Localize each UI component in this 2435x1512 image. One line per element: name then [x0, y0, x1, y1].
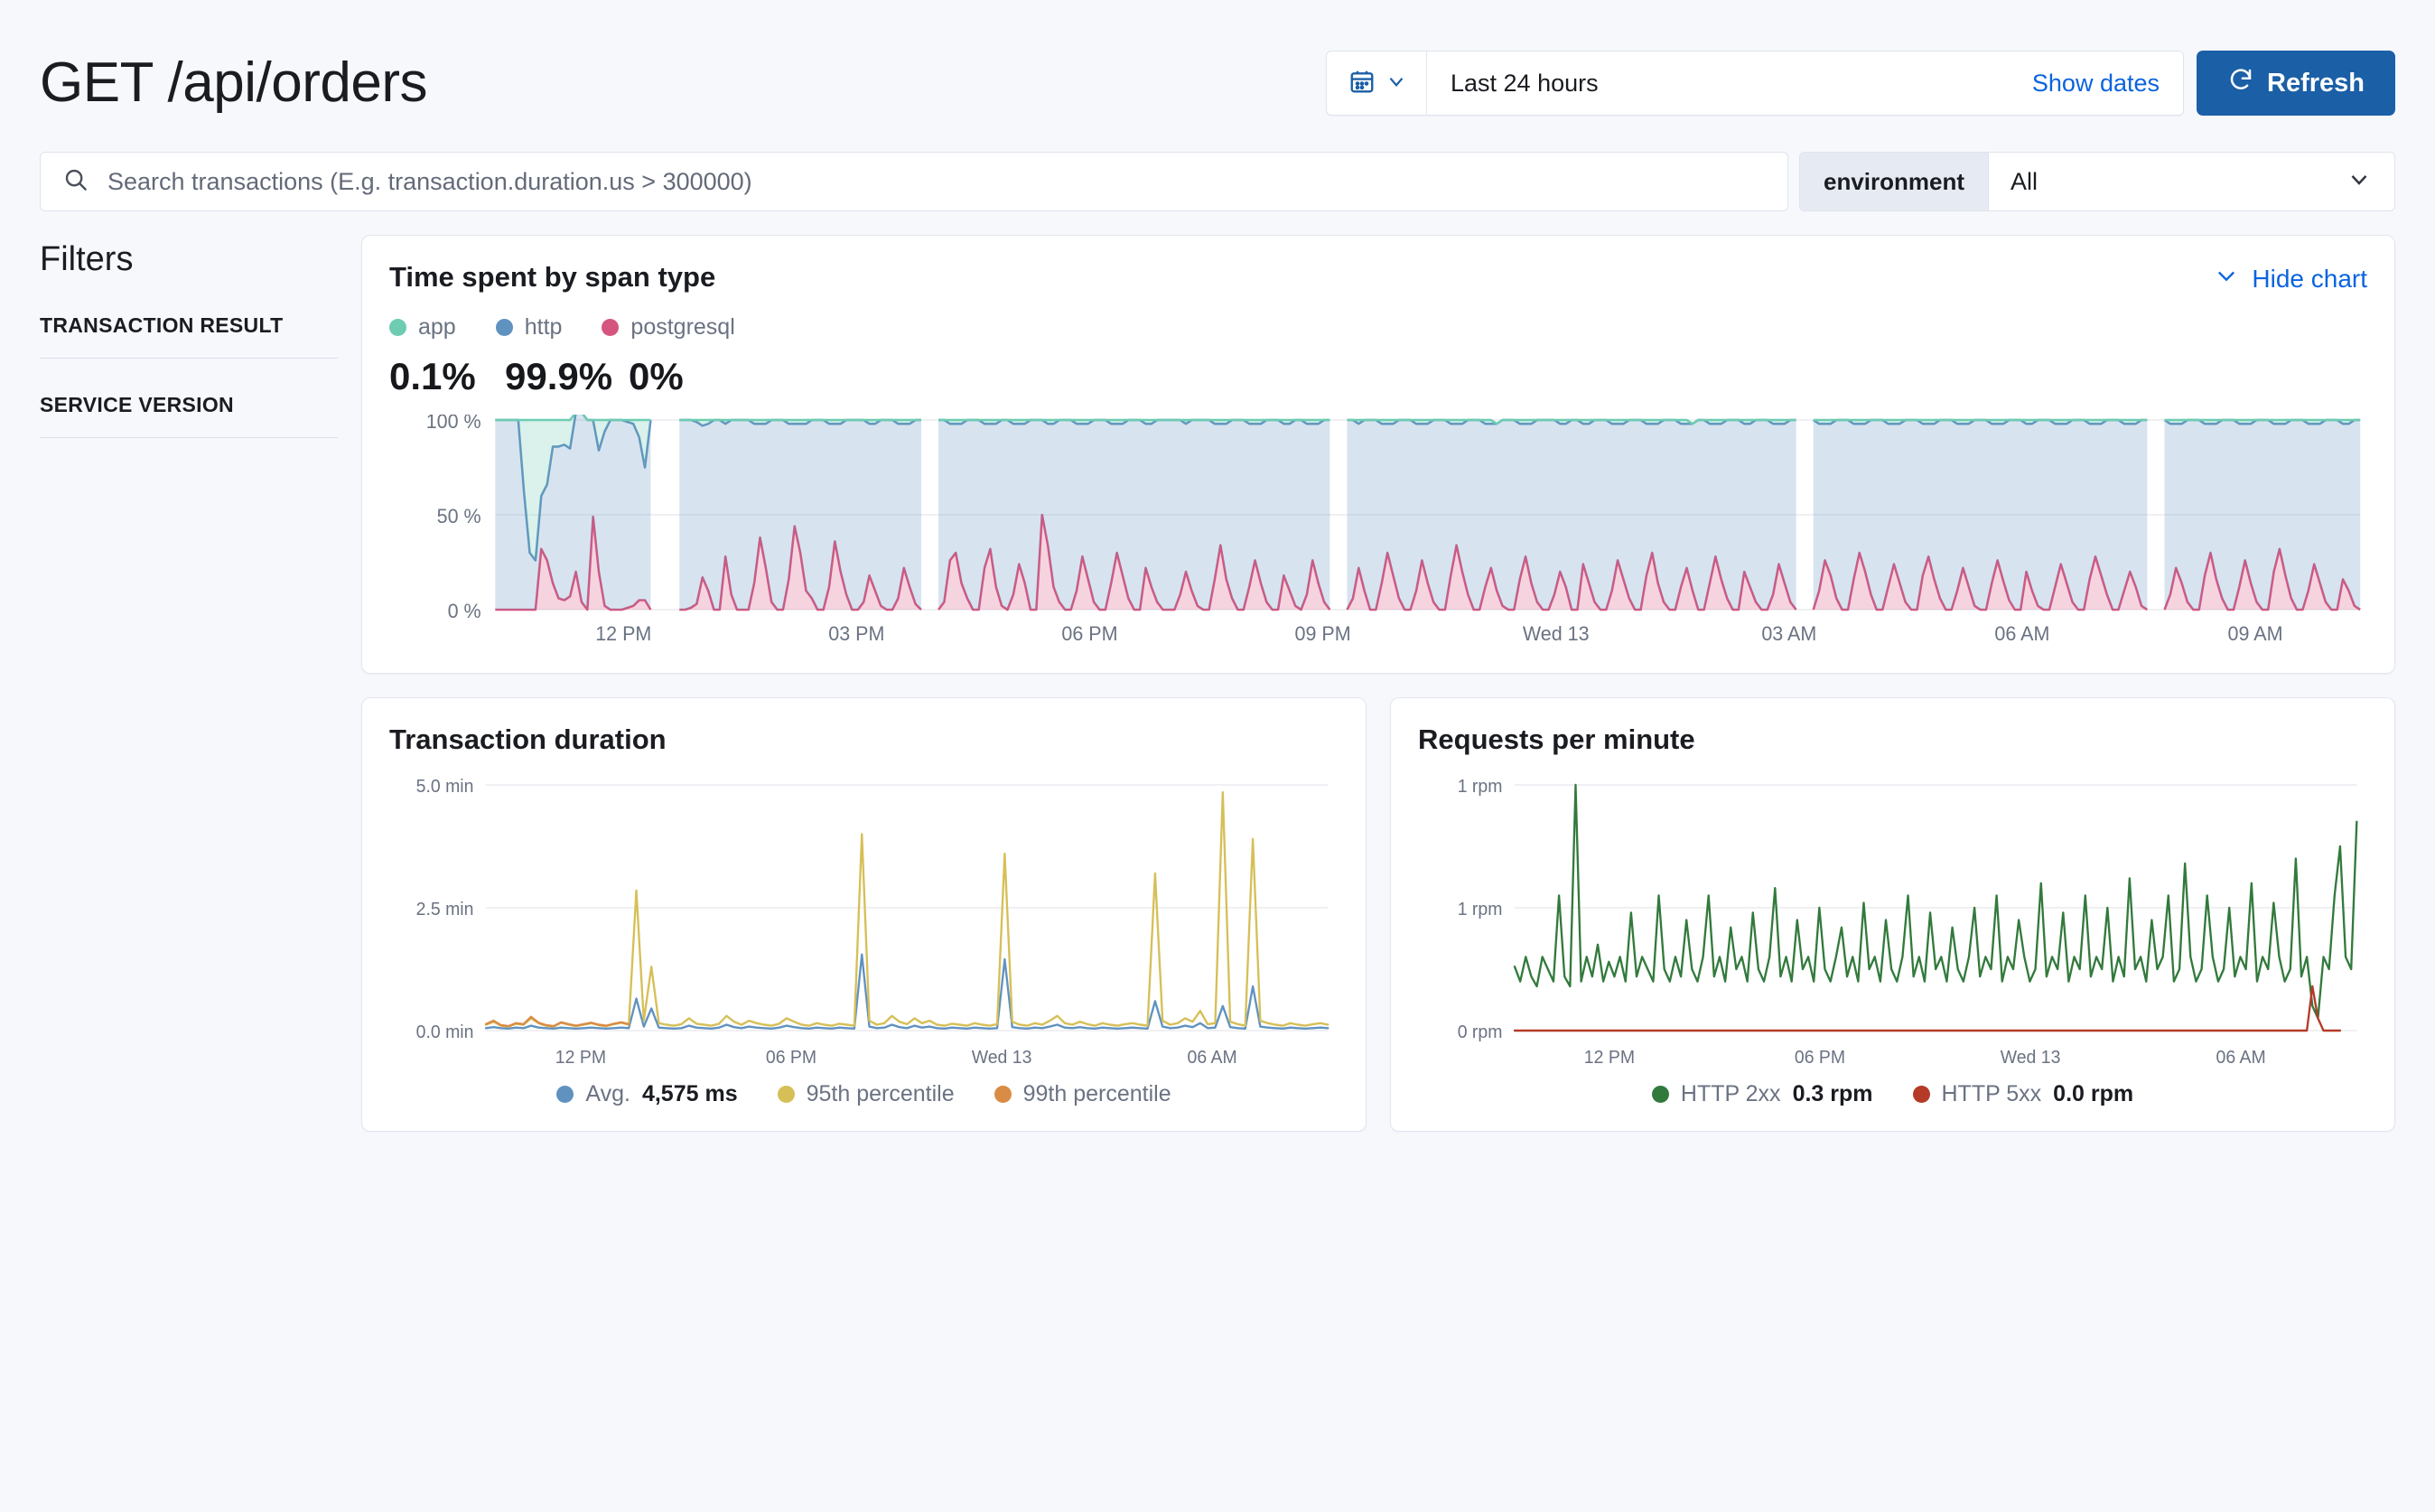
show-dates-link[interactable]: Show dates: [2032, 70, 2183, 98]
svg-text:12 PM: 12 PM: [555, 1048, 606, 1068]
environment-value: All: [2011, 167, 2038, 195]
percent-postgresql: 0%: [629, 355, 684, 397]
span-chart-legend: app http postgresql: [389, 314, 2367, 341]
legend-dot-http: [495, 319, 513, 336]
filters-title: Filters: [40, 240, 134, 278]
date-range-picker[interactable]: Last 24 hours Show dates: [1326, 51, 2184, 116]
legend-label: 95th percentile: [806, 1081, 955, 1106]
card-title: Requests per minute: [1418, 723, 1695, 755]
svg-text:100 %: 100 %: [426, 415, 481, 433]
legend-dot-app: [389, 319, 406, 336]
chevron-down-icon: [2214, 263, 2239, 294]
transaction-duration-card: Transaction duration 0.0 min 2.5 min 5.0 m…: [361, 697, 1367, 1132]
span-chart-svg: 0 % 50 % 100 %: [426, 415, 2361, 622]
svg-text:0 rpm: 0 rpm: [1458, 1022, 1503, 1042]
calendar-quickselect-button[interactable]: [1327, 51, 1427, 115]
legend-item-http[interactable]: http: [495, 314, 563, 341]
legend-dot-http-2xx: [1651, 1086, 1669, 1103]
percent-app: 0.1%: [389, 355, 476, 397]
refresh-label: Refresh: [2267, 68, 2365, 98]
legend-item-http-5xx[interactable]: HTTP 5xx 0.0 rpm: [1912, 1081, 2134, 1107]
filter-section-label: SERVICE VERSION: [40, 393, 234, 416]
legend-dot-p99: [994, 1086, 1012, 1103]
legend-item-p95[interactable]: 95th percentile: [777, 1081, 955, 1107]
legend-dot-http-5xx: [1912, 1086, 1930, 1103]
svg-text:0 %: 0 %: [448, 600, 481, 622]
legend-label: HTTP 5xx: [1941, 1081, 2042, 1106]
rpm-chart-svg: 0 rpm 1 rpm 1 rpm 12 PM 06 PM Wed 13 06 AM: [1458, 777, 2358, 1068]
requests-per-minute-card: Requests per minute 0 rpm 1 rpm 1 rpm 12 PM…: [1390, 697, 2395, 1132]
svg-text:06 AM: 06 AM: [2216, 1048, 2266, 1068]
legend-label: app: [418, 314, 456, 340]
charts-content: Time spent by span type Hide chart app h…: [361, 235, 2395, 1132]
bottom-charts-row: Transaction duration 0.0 min 2.5 min 5.0 m…: [361, 697, 2395, 1132]
chevron-down-icon: [1385, 70, 1408, 98]
rpm-chart-plot[interactable]: 0 rpm 1 rpm 1 rpm 12 PM 06 PM Wed 13 06 AM: [1418, 772, 2367, 1070]
legend-value: 0.0 rpm: [2053, 1081, 2134, 1106]
search-input[interactable]: [107, 167, 1766, 196]
legend-label: http: [524, 314, 563, 340]
header-controls: Last 24 hours Show dates Refresh: [1326, 51, 2395, 116]
svg-text:0.0 min: 0.0 min: [416, 1022, 474, 1042]
svg-text:Wed 13: Wed 13: [972, 1048, 1032, 1068]
svg-text:06 PM: 06 PM: [766, 1048, 816, 1068]
legend-label: Avg.: [585, 1081, 630, 1106]
legend-dot-p95: [777, 1086, 795, 1103]
hide-chart-label: Hide chart: [2252, 264, 2367, 293]
svg-text:1 rpm: 1 rpm: [1458, 777, 1503, 797]
legend-item-p99[interactable]: 99th percentile: [994, 1081, 1171, 1107]
legend-label: 99th percentile: [1022, 1081, 1171, 1106]
legend-label: postgresql: [630, 314, 735, 340]
hide-chart-toggle[interactable]: Hide chart: [2214, 261, 2367, 294]
svg-text:Wed 13: Wed 13: [2001, 1048, 2061, 1068]
card-header: Time spent by span type Hide chart: [389, 261, 2367, 294]
filter-section-label: TRANSACTION RESULT: [40, 313, 284, 337]
page-title: GET /api/orders: [40, 51, 427, 114]
search-row: environment All: [0, 152, 2435, 211]
card-title: Transaction duration: [389, 723, 667, 755]
span-chart-percentages: 0.1% 99.9% 0%: [389, 355, 2367, 398]
duration-chart-legend: Avg. 4,575 ms 95th percentile 99th perce…: [389, 1081, 1339, 1107]
search-icon: [62, 166, 89, 198]
refresh-button[interactable]: Refresh: [2197, 51, 2395, 116]
chevron-down-icon: [2346, 165, 2373, 199]
svg-text:06 AM: 06 AM: [1188, 1048, 1237, 1068]
environment-select[interactable]: All: [1989, 153, 2394, 210]
legend-dot-avg: [556, 1086, 574, 1103]
legend-item-http-2xx[interactable]: HTTP 2xx 0.3 rpm: [1651, 1081, 1873, 1107]
svg-text:06 PM: 06 PM: [1795, 1048, 1845, 1068]
search-box[interactable]: [40, 152, 1788, 211]
legend-item-avg[interactable]: Avg. 4,575 ms: [556, 1081, 738, 1107]
svg-text:2.5 min: 2.5 min: [416, 900, 474, 919]
card-title: Time spent by span type: [389, 261, 716, 293]
date-range-value[interactable]: Last 24 hours: [1427, 70, 2032, 98]
span-chart-plot[interactable]: 0 % 50 % 100 % 12 PM 03 PM 06 PM 09 PM Wed 13 0…: [389, 415, 2367, 649]
filter-section-transaction-result[interactable]: TRANSACTION RESULT: [40, 313, 338, 359]
calendar-icon: [1348, 68, 1376, 99]
svg-text:1 rpm: 1 rpm: [1458, 900, 1503, 919]
legend-dot-postgresql: [602, 319, 620, 336]
filter-section-service-version[interactable]: SERVICE VERSION: [40, 393, 338, 438]
environment-label: environment: [1800, 153, 1990, 210]
svg-text:50 %: 50 %: [437, 505, 481, 527]
legend-value: 4,575 ms: [641, 1081, 738, 1106]
legend-item-postgresql[interactable]: postgresql: [602, 314, 735, 341]
legend-value: 0.3 rpm: [1792, 1081, 1873, 1106]
svg-text:12 PM: 12 PM: [1584, 1048, 1635, 1068]
rpm-chart-legend: HTTP 2xx 0.3 rpm HTTP 5xx 0.0 rpm: [1418, 1081, 2367, 1107]
svg-text:5.0 min: 5.0 min: [416, 777, 474, 797]
time-spent-by-span-type-card: Time spent by span type Hide chart app h…: [361, 235, 2395, 674]
duration-chart-svg: 0.0 min 2.5 min 5.0 min 12 PM 06 PM Wed 13 06 …: [416, 777, 1329, 1068]
filters-sidebar: Filters TRANSACTION RESULT SERVICE VERSI…: [40, 235, 338, 1132]
legend-item-app[interactable]: app: [389, 314, 456, 341]
refresh-icon: [2227, 66, 2254, 100]
legend-label: HTTP 2xx: [1680, 1081, 1781, 1106]
percent-http: 99.9%: [505, 355, 613, 397]
page-body: Filters TRANSACTION RESULT SERVICE VERSI…: [0, 211, 2435, 1132]
environment-selector[interactable]: environment All: [1799, 152, 2395, 211]
page-header: GET /api/orders Last 24 hours Show dates…: [0, 0, 2435, 135]
duration-chart-plot[interactable]: 0.0 min 2.5 min 5.0 min 12 PM 06 PM Wed 13 06 …: [389, 772, 1339, 1070]
